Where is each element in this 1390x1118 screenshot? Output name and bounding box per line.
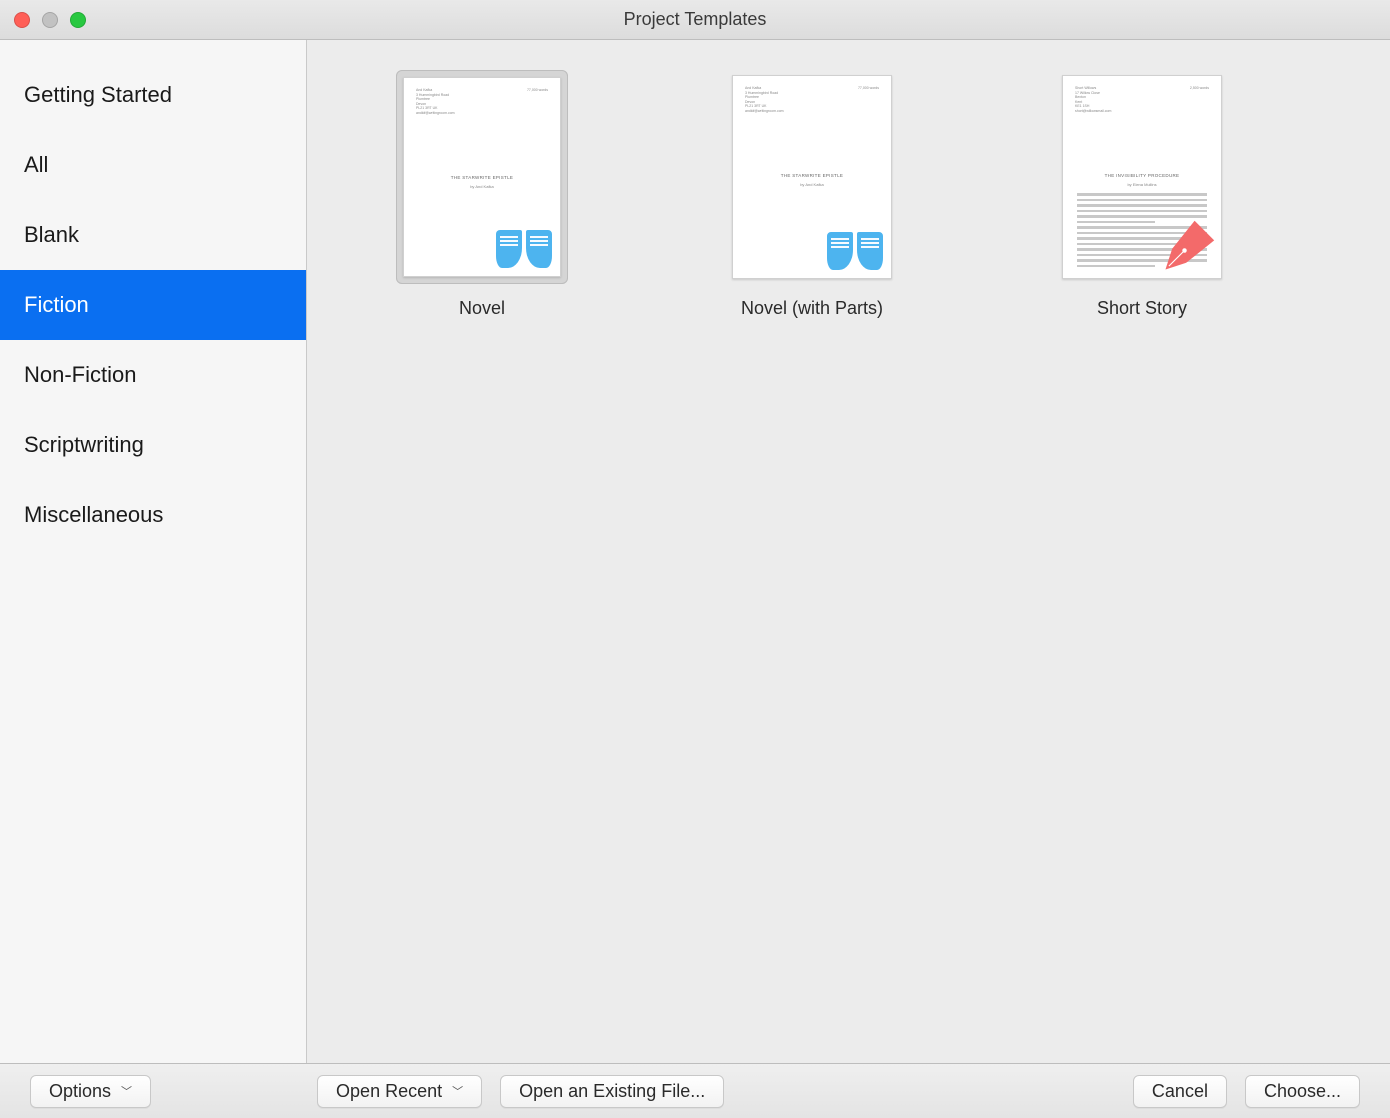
template-item-short-story[interactable]: Short Willows17 Willow CloseBextonKentKE…: [1037, 70, 1247, 319]
sidebar-item-label: Getting Started: [24, 82, 172, 107]
book-icon: [827, 232, 883, 270]
window-minimize-button[interactable]: [42, 12, 58, 28]
book-icon: [496, 230, 552, 268]
sidebar-item-label: Miscellaneous: [24, 502, 163, 527]
sidebar-item-label: Scriptwriting: [24, 432, 144, 457]
preview-word-count: 77,000 words: [858, 86, 879, 90]
bottom-toolbar: Options ﹀ Open Recent ﹀ Open an Existing…: [0, 1063, 1390, 1118]
button-label: Open an Existing File...: [519, 1081, 705, 1102]
titlebar: Project Templates: [0, 0, 1390, 40]
open-recent-button[interactable]: Open Recent ﹀: [317, 1075, 482, 1108]
sidebar-item-label: Blank: [24, 222, 79, 247]
template-item-novel-with-parts[interactable]: And Kafka3 Hummingbird RoadPlumtreeDevon…: [707, 70, 917, 319]
preview-title: THE INVISIBILITY PROCEDURE: [1075, 173, 1209, 178]
preview-title: THE STARWRITE EPISTLE: [745, 173, 879, 178]
template-label: Novel (with Parts): [707, 298, 917, 319]
sidebar-item-label: All: [24, 152, 48, 177]
choose-button[interactable]: Choose...: [1245, 1075, 1360, 1108]
preview-address-block: And Kafka3 Hummingbird RoadPlumtreeDevon…: [416, 88, 548, 115]
template-label: Novel: [377, 298, 587, 319]
chevron-down-icon: ﹀: [121, 1083, 132, 1099]
template-page-preview: Short Willows17 Willow CloseBextonKentKE…: [1062, 75, 1222, 279]
sidebar: Getting Started All Blank Fiction Non-Fi…: [0, 40, 307, 1063]
cancel-button[interactable]: Cancel: [1133, 1075, 1227, 1108]
traffic-lights: [14, 12, 86, 28]
sidebar-item-miscellaneous[interactable]: Miscellaneous: [0, 480, 306, 550]
button-label: Cancel: [1152, 1081, 1208, 1102]
template-grid: And Kafka3 Hummingbird RoadPlumtreeDevon…: [307, 40, 1390, 1063]
sidebar-item-all[interactable]: All: [0, 130, 306, 200]
preview-address-block: Short Willows17 Willow CloseBextonKentKE…: [1075, 86, 1209, 113]
pen-nib-icon: [1161, 218, 1217, 274]
preview-address-block: And Kafka3 Hummingbird RoadPlumtreeDevon…: [745, 86, 879, 113]
sidebar-item-label: Non-Fiction: [24, 362, 136, 387]
template-item-novel[interactable]: And Kafka3 Hummingbird RoadPlumtreeDevon…: [377, 70, 587, 319]
open-existing-file-button[interactable]: Open an Existing File...: [500, 1075, 724, 1108]
button-label: Open Recent: [336, 1081, 442, 1102]
template-page-preview: And Kafka3 Hummingbird RoadPlumtreeDevon…: [403, 77, 561, 277]
sidebar-item-scriptwriting[interactable]: Scriptwriting: [0, 410, 306, 480]
template-thumbnail: Short Willows17 Willow CloseBextonKentKE…: [1056, 70, 1228, 284]
button-label: Choose...: [1264, 1081, 1341, 1102]
template-page-preview: And Kafka3 Hummingbird RoadPlumtreeDevon…: [732, 75, 892, 279]
main-area: Getting Started All Blank Fiction Non-Fi…: [0, 40, 1390, 1063]
preview-byline: by And Kafka: [416, 184, 548, 189]
options-button[interactable]: Options ﹀: [30, 1075, 151, 1108]
template-thumbnail: And Kafka3 Hummingbird RoadPlumtreeDevon…: [726, 70, 898, 284]
sidebar-item-non-fiction[interactable]: Non-Fiction: [0, 340, 306, 410]
preview-byline: by Elena Mullins: [1075, 182, 1209, 187]
window-zoom-button[interactable]: [70, 12, 86, 28]
window-close-button[interactable]: [14, 12, 30, 28]
preview-title: THE STARWRITE EPISTLE: [416, 175, 548, 180]
sidebar-item-label: Fiction: [24, 292, 89, 317]
preview-word-count: 2,500 words: [1190, 86, 1209, 90]
button-label: Options: [49, 1081, 111, 1102]
window-title: Project Templates: [0, 9, 1390, 30]
chevron-down-icon: ﹀: [452, 1083, 463, 1099]
sidebar-item-getting-started[interactable]: Getting Started: [0, 60, 306, 130]
template-thumbnail: And Kafka3 Hummingbird RoadPlumtreeDevon…: [396, 70, 568, 284]
preview-byline: by And Kafka: [745, 182, 879, 187]
preview-word-count: 77,000 words: [527, 88, 548, 92]
sidebar-item-fiction[interactable]: Fiction: [0, 270, 306, 340]
template-label: Short Story: [1037, 298, 1247, 319]
sidebar-item-blank[interactable]: Blank: [0, 200, 306, 270]
